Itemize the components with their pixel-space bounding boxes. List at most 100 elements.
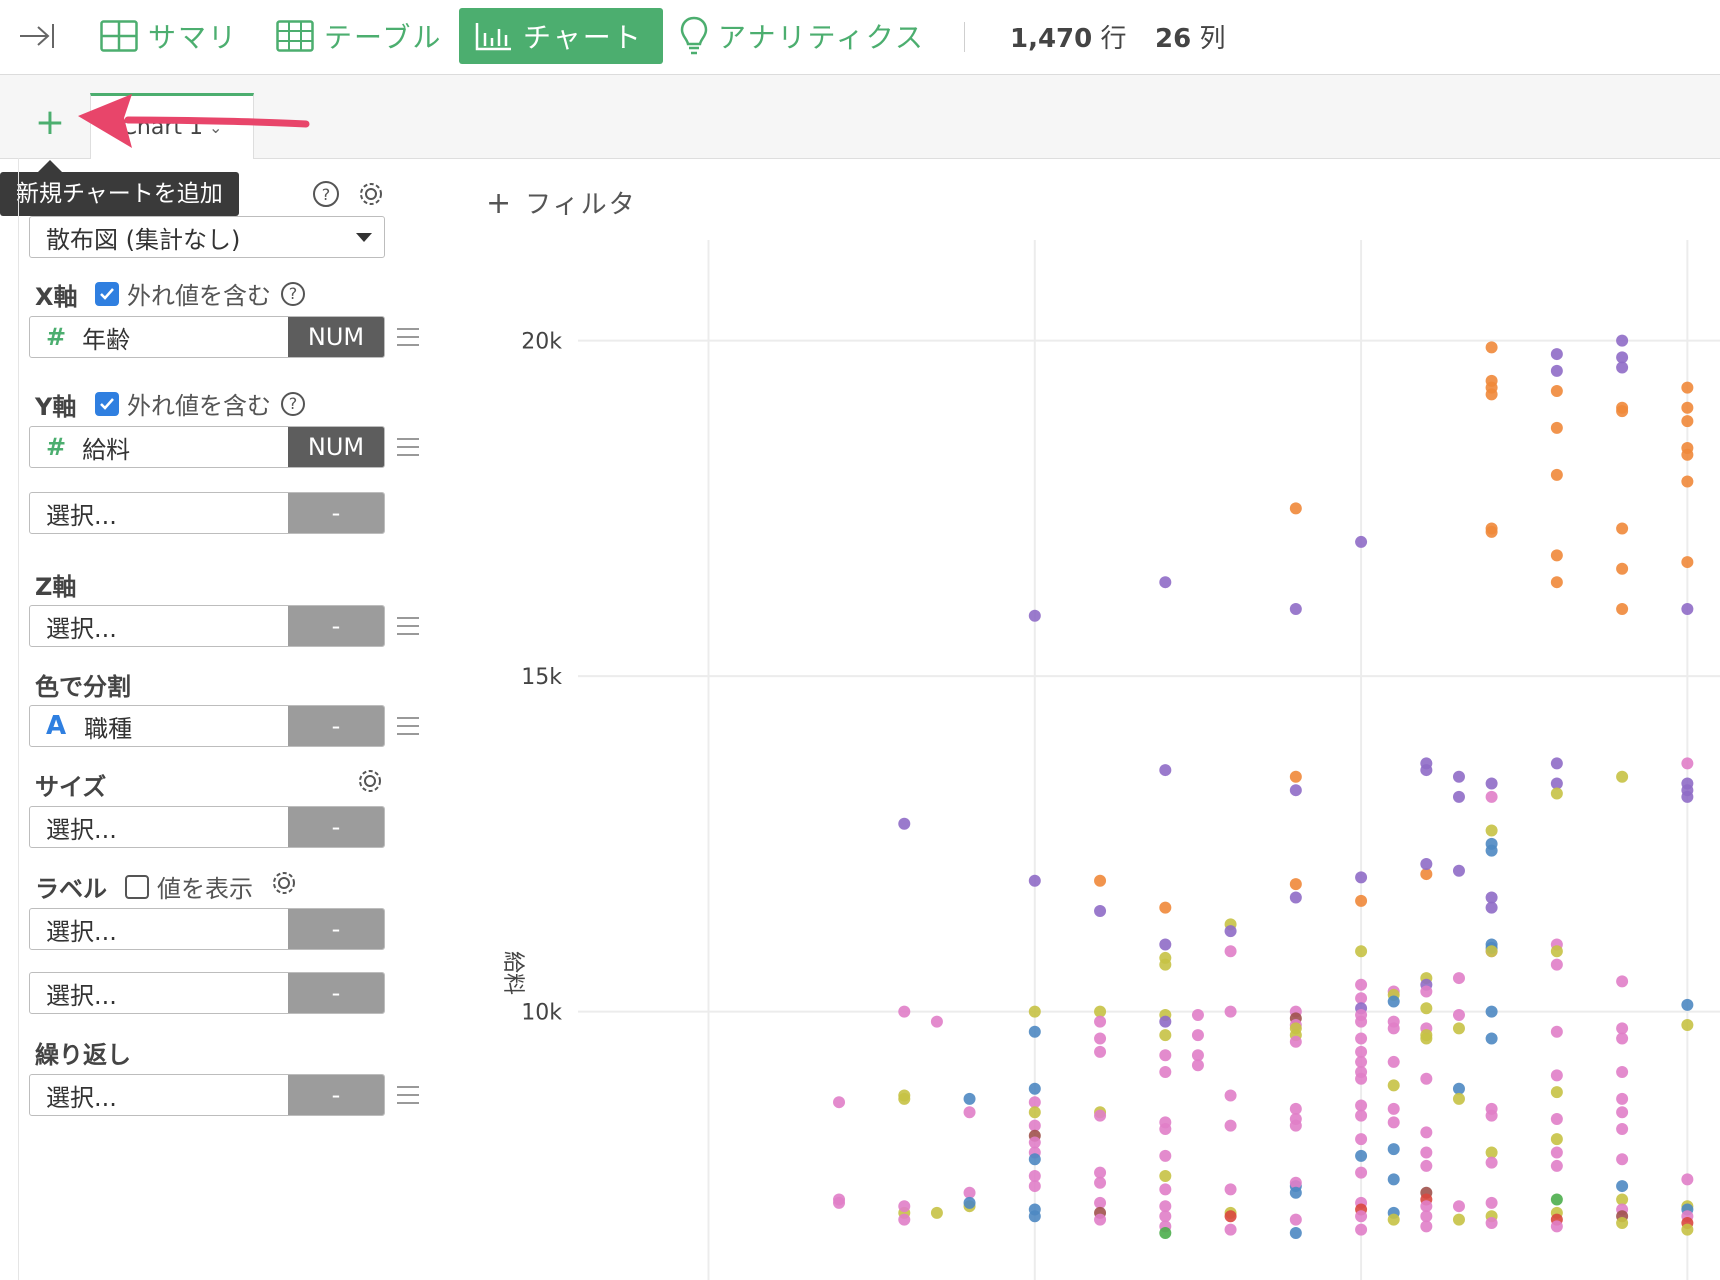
scatter-point[interactable] xyxy=(898,1005,911,1018)
scatter-point[interactable] xyxy=(1485,790,1498,803)
scatter-point[interactable] xyxy=(898,1213,911,1226)
scatter-point[interactable] xyxy=(1420,1220,1433,1233)
scatter-point[interactable] xyxy=(1355,945,1368,958)
scatter-point[interactable] xyxy=(1159,1066,1172,1078)
scatter-point[interactable] xyxy=(1485,1005,1498,1018)
scatter-point[interactable] xyxy=(930,1206,943,1219)
scatter-point[interactable] xyxy=(1485,1109,1498,1122)
scatter-point[interactable] xyxy=(1616,1032,1629,1045)
scatter-point[interactable] xyxy=(1550,1133,1563,1146)
scatter-point[interactable] xyxy=(833,1096,846,1109)
scatter-point[interactable] xyxy=(1387,1079,1400,1092)
scatter-point[interactable] xyxy=(1355,1149,1368,1162)
z-axis-field[interactable]: 選択... - xyxy=(29,605,385,647)
scatter-point[interactable] xyxy=(1550,549,1563,562)
scatter-point[interactable] xyxy=(1028,874,1041,887)
scatter-point[interactable] xyxy=(1224,1210,1237,1223)
scatter-point[interactable] xyxy=(1289,1035,1302,1048)
scatter-point[interactable] xyxy=(898,1200,911,1213)
repeat-field[interactable]: 選択... - xyxy=(29,1074,385,1116)
scatter-point[interactable] xyxy=(1485,1032,1498,1045)
scatter-point[interactable] xyxy=(1224,925,1237,938)
scatter-point[interactable] xyxy=(1616,405,1629,418)
x-outlier-checkbox[interactable]: 外れ値を含む ? xyxy=(95,276,305,311)
scatter-point[interactable] xyxy=(1289,784,1302,797)
scatter-point[interactable] xyxy=(1159,1029,1172,1042)
scatter-point[interactable] xyxy=(1387,1055,1400,1068)
scatter-point[interactable] xyxy=(1289,1186,1302,1199)
scatter-point[interactable] xyxy=(1550,421,1563,434)
scatter-point[interactable] xyxy=(1616,1216,1629,1229)
tab-summary[interactable]: サマリ xyxy=(100,8,238,64)
scatter-point[interactable] xyxy=(1094,1213,1107,1226)
scatter-point[interactable] xyxy=(1159,1123,1172,1136)
show-values-checkbox[interactable]: 値を表示 xyxy=(125,869,253,904)
scatter-point[interactable] xyxy=(1550,468,1563,481)
scatter-point[interactable] xyxy=(1159,1015,1172,1028)
label-type-2[interactable]: - xyxy=(288,973,384,1013)
scatter-point[interactable] xyxy=(1094,1176,1107,1189)
scatter-point[interactable] xyxy=(1159,938,1172,951)
scatter-point[interactable] xyxy=(1485,1216,1498,1229)
y-axis-type-badge[interactable]: NUM xyxy=(288,427,384,467)
scatter-chart[interactable]: 10k 15k 20k 給料 xyxy=(470,240,1720,1280)
scatter-point[interactable] xyxy=(1355,1015,1368,1028)
scatter-point[interactable] xyxy=(1485,341,1498,354)
scatter-point[interactable] xyxy=(1289,891,1302,904)
scatter-point[interactable] xyxy=(1224,1005,1237,1018)
scatter-point[interactable] xyxy=(1387,1213,1400,1226)
scatter-point[interactable] xyxy=(930,1015,943,1028)
scatter-point[interactable] xyxy=(833,1196,846,1209)
scatter-point[interactable] xyxy=(1289,1213,1302,1226)
scatter-point[interactable] xyxy=(1028,1210,1041,1223)
scatter-point[interactable] xyxy=(1289,1119,1302,1132)
scatter-point[interactable] xyxy=(1355,1223,1368,1236)
scatter-point[interactable] xyxy=(1550,1086,1563,1099)
scatter-point[interactable] xyxy=(1616,522,1629,535)
scatter-point[interactable] xyxy=(1681,401,1694,414)
y-axis-field[interactable]: # 給料 NUM xyxy=(29,426,385,468)
z-axis-type[interactable]: - xyxy=(288,606,384,646)
scatter-point[interactable] xyxy=(1191,1008,1204,1021)
scatter-point[interactable] xyxy=(1681,1223,1694,1236)
scatter-point[interactable] xyxy=(1420,764,1433,777)
scatter-point[interactable] xyxy=(1159,1149,1172,1162)
label-field-2[interactable]: 選択... - xyxy=(29,972,385,1014)
scatter-point[interactable] xyxy=(1550,384,1563,397)
scatter-point[interactable] xyxy=(1616,1066,1629,1078)
scatter-point[interactable] xyxy=(1550,945,1563,958)
label-type-1[interactable]: - xyxy=(288,909,384,949)
scatter-point[interactable] xyxy=(1355,871,1368,884)
scatter-point[interactable] xyxy=(1616,1092,1629,1105)
scatter-point[interactable] xyxy=(1094,1045,1107,1058)
scatter-point[interactable] xyxy=(1094,1032,1107,1045)
scatter-point[interactable] xyxy=(1224,1223,1237,1236)
scatter-point[interactable] xyxy=(1028,1106,1041,1119)
scatter-point[interactable] xyxy=(1681,415,1694,428)
scatter-point[interactable] xyxy=(1159,1170,1172,1182)
drag-handle-icon[interactable] xyxy=(397,438,419,462)
scatter-point[interactable] xyxy=(1550,364,1563,377)
drag-handle-icon[interactable] xyxy=(397,1086,419,1110)
scatter-point[interactable] xyxy=(1681,556,1694,569)
tab-table[interactable]: テーブル xyxy=(276,8,442,64)
scatter-point[interactable] xyxy=(898,817,911,830)
help-icon[interactable]: ? xyxy=(281,281,305,306)
scatter-point[interactable] xyxy=(1159,1049,1172,1062)
y-outlier-checkbox[interactable]: 外れ値を含む ? xyxy=(95,386,305,421)
drag-handle-icon[interactable] xyxy=(397,717,419,741)
scatter-point[interactable] xyxy=(963,1106,976,1119)
scatter-point[interactable] xyxy=(1550,958,1563,971)
scatter-point[interactable] xyxy=(1028,1153,1041,1166)
scatter-point[interactable] xyxy=(1550,1146,1563,1159)
scatter-point[interactable] xyxy=(1420,1032,1433,1045)
scatter-point[interactable] xyxy=(1289,770,1302,783)
scatter-point[interactable] xyxy=(1616,562,1629,575)
scatter-point[interactable] xyxy=(1224,1119,1237,1132)
scatter-point[interactable] xyxy=(1616,975,1629,988)
scatter-point[interactable] xyxy=(1159,1183,1172,1196)
scatter-point[interactable] xyxy=(1616,603,1629,616)
color-field-type[interactable]: - xyxy=(288,706,384,746)
scatter-point[interactable] xyxy=(1224,945,1237,958)
scatter-point[interactable] xyxy=(1485,777,1498,790)
